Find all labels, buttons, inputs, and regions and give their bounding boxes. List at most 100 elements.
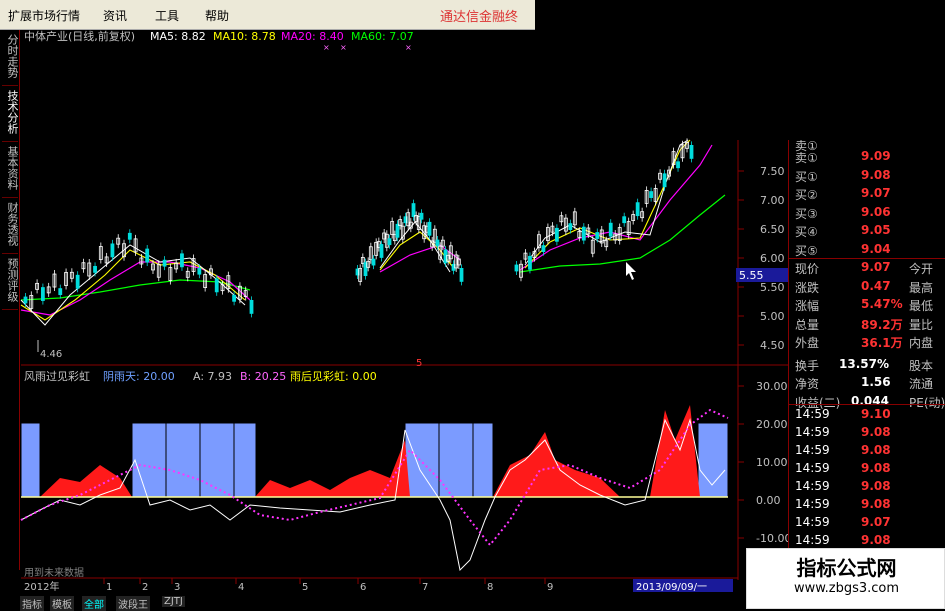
stat-label-right: 股本 bbox=[909, 358, 934, 373]
tick-price: 9.08 bbox=[861, 443, 891, 457]
stat-label: 涨跌 bbox=[795, 280, 820, 295]
candle-body bbox=[459, 268, 464, 282]
candle-body bbox=[110, 243, 115, 258]
candle-body bbox=[145, 248, 150, 263]
stat-value: 89.2万 bbox=[861, 317, 903, 332]
candlesticks bbox=[23, 138, 694, 318]
tab-zjtj[interactable]: ZJTJ bbox=[162, 596, 185, 607]
price-axis: 7.50 7.00 6.50 6.00 5.50 5.00 4.50 bbox=[738, 165, 785, 352]
stat-label: 总量 bbox=[795, 317, 820, 332]
month-label: 8 bbox=[487, 582, 493, 593]
candle-body bbox=[197, 267, 202, 275]
price-tick: 7.50 bbox=[760, 165, 785, 178]
menu-tools[interactable]: 工具 bbox=[155, 7, 179, 24]
indicator-axis: 30.00 20.00 10.00 0.00 -10.00 bbox=[738, 380, 791, 545]
stat-label-right: 最低 bbox=[909, 299, 934, 313]
indicator-tick: 10.00 bbox=[756, 456, 788, 469]
bottom-tabs: 指标 模板 全部 波段王 ZJTJ bbox=[20, 596, 260, 611]
order-book-price: 9.04 bbox=[861, 241, 891, 256]
month-label: 1 bbox=[106, 582, 112, 593]
candle-body bbox=[528, 255, 532, 270]
candle-body bbox=[395, 223, 400, 238]
candle-body bbox=[608, 222, 613, 237]
stat-value: 9.07 bbox=[861, 260, 891, 274]
tab-intraday[interactable]: 分时走势 bbox=[2, 34, 19, 86]
future-data-note: 用到未来数据 bbox=[24, 566, 84, 579]
candle-body bbox=[162, 259, 167, 267]
mid-marker: 5 bbox=[416, 358, 422, 369]
rain-block bbox=[697, 422, 729, 498]
candle-body bbox=[541, 245, 546, 253]
candle-body bbox=[371, 258, 376, 266]
candle-body bbox=[649, 191, 654, 198]
stat-label-right: 最高 bbox=[909, 280, 934, 295]
order-book-price: 9.07 bbox=[861, 186, 891, 200]
tick-time: 14:59 bbox=[795, 407, 830, 421]
candle-body bbox=[568, 223, 573, 231]
stat-label-right: 内盘 bbox=[909, 336, 934, 350]
rain-block bbox=[20, 422, 41, 498]
red-area bbox=[493, 432, 620, 497]
candle-body bbox=[427, 221, 432, 236]
stat-value: 0.47 bbox=[861, 278, 891, 293]
brand-title: 通达信金融终 bbox=[440, 10, 519, 25]
candle-body bbox=[676, 161, 680, 169]
indicator-c: 雨后见彩虹: 0.00 bbox=[290, 370, 377, 383]
candle-body bbox=[214, 278, 219, 293]
indicator-tick: 20.00 bbox=[756, 418, 788, 431]
rain-block bbox=[131, 422, 257, 498]
candle-body bbox=[232, 294, 237, 302]
signal-marker: × bbox=[405, 43, 412, 52]
order-book-label: 买③ bbox=[795, 206, 818, 221]
quote-panel: 卖① 卖① 9.09 买① 9.08 买② 9.07 买③ 9.06 买④ 9.05 买⑤ 9.04 现价… bbox=[788, 139, 945, 580]
tick-time: 14:59 bbox=[795, 515, 830, 529]
tab-technical[interactable]: 技术分析 bbox=[2, 90, 19, 142]
menu-news[interactable]: 资讯 bbox=[103, 7, 127, 24]
indicator-b: B: 20.25 bbox=[240, 370, 286, 383]
menu-help[interactable]: 帮助 bbox=[205, 7, 229, 24]
tab-financials[interactable]: 财务透视 bbox=[2, 202, 19, 254]
ma5-label: MA5: 8.82 bbox=[150, 30, 206, 43]
tick-price: 9.07 bbox=[861, 515, 891, 529]
month-label: 2 bbox=[142, 582, 148, 593]
current-price-label: 5.55 bbox=[739, 269, 764, 282]
price-tick: 5.50 bbox=[760, 281, 785, 294]
indicator-tick: 0.00 bbox=[756, 494, 781, 507]
candle-body bbox=[662, 173, 667, 188]
tab-forecast[interactable]: 预测评级 bbox=[2, 258, 19, 310]
candle-body bbox=[93, 265, 97, 273]
candle-body bbox=[419, 212, 424, 220]
tick-price: 9.08 bbox=[861, 497, 891, 511]
candle-body bbox=[23, 296, 28, 304]
candle-body bbox=[180, 253, 184, 268]
candle-body bbox=[514, 264, 519, 272]
order-book-price: 9.06 bbox=[861, 204, 891, 219]
quote-divider bbox=[789, 404, 945, 405]
stat-label-right: 今开 bbox=[909, 262, 934, 276]
tab-fundamentals[interactable]: 基本资料 bbox=[2, 146, 19, 198]
price-tick: 6.00 bbox=[760, 252, 785, 265]
mouse-cursor-icon bbox=[626, 262, 636, 280]
menu-extended-market[interactable]: 扩展市场行情 bbox=[8, 7, 80, 24]
month-label: 4 bbox=[238, 582, 244, 593]
candle-body bbox=[40, 287, 45, 301]
price-tick: 4.50 bbox=[760, 339, 785, 352]
candle-body bbox=[554, 227, 559, 242]
low-price-label: 4.46 bbox=[40, 349, 62, 360]
order-book-label: 买① bbox=[795, 169, 818, 184]
stat-value: 1.56 bbox=[861, 375, 891, 389]
ma20-line bbox=[519, 144, 713, 271]
candle-body bbox=[635, 202, 640, 217]
ma10-label: MA10: 8.78 bbox=[213, 30, 276, 43]
tick-time: 14:59 bbox=[795, 479, 830, 493]
tick-price: 9.10 bbox=[861, 407, 891, 421]
candle-body bbox=[249, 300, 254, 314]
candle-body bbox=[75, 274, 80, 289]
order-book-price: 9.09 bbox=[861, 149, 891, 163]
order-book-label: 卖① bbox=[795, 151, 818, 165]
ma20-label: MA20: 8.40 bbox=[281, 30, 344, 43]
tick-price: 9.08 bbox=[861, 479, 891, 493]
month-label: 3 bbox=[174, 582, 180, 593]
site-watermark: 指标公式网 www.zbgs3.com bbox=[746, 548, 945, 609]
watermark-url: www.zbgs3.com bbox=[793, 581, 900, 596]
